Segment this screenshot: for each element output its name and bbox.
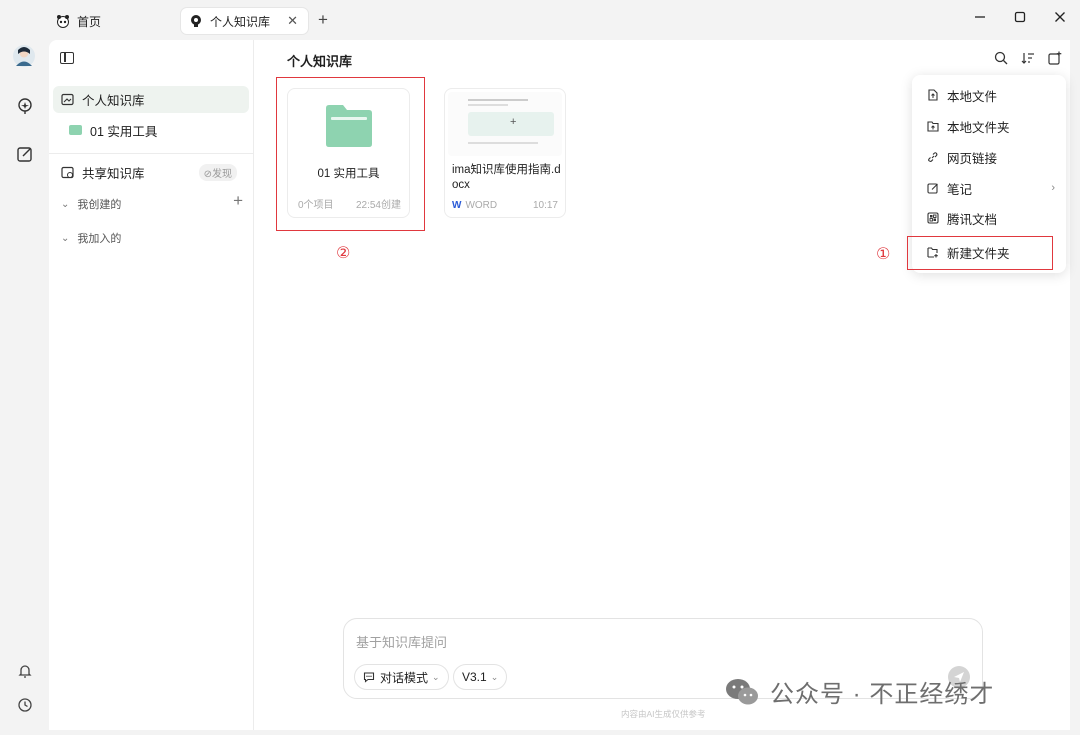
annotation-number-one: ①	[876, 244, 891, 263]
watermark: 公众号 · 不正经绣才	[724, 674, 994, 709]
document-thumbnail: +	[448, 92, 562, 156]
document-name: ima知识库使用指南.docx	[452, 164, 561, 191]
close-window-button[interactable]	[1051, 10, 1069, 26]
menu-item-local-folder[interactable]: 本地文件夹	[912, 112, 1066, 140]
chevron-down-icon: ⌄	[61, 198, 70, 210]
sort-icon[interactable]	[1019, 49, 1037, 67]
sidebar-item-shared-kb[interactable]: 共享知识库 ⊘发现	[53, 159, 249, 186]
chat-mode-label: 对话模式	[380, 670, 429, 685]
document-meta: W WORD 10:17	[452, 200, 558, 211]
maximize-button[interactable]	[1011, 10, 1029, 26]
menu-item-label: 本地文件	[947, 89, 998, 104]
kb-icon	[61, 93, 74, 106]
shared-kb-icon	[61, 166, 74, 179]
title-bar: 首页 个人知识库 ✕ +	[0, 0, 1080, 40]
chevron-down-icon: ⌄	[61, 232, 70, 244]
file-upload-icon	[927, 89, 939, 101]
annotation-number-two: ②	[336, 243, 351, 262]
add-content-icon[interactable]	[1046, 49, 1064, 67]
tab-personal-kb[interactable]: 个人知识库 ✕	[181, 8, 308, 34]
sidebar-item-folder[interactable]: 01 实用工具	[69, 119, 157, 141]
menu-item-label: 本地文件夹	[947, 120, 1010, 135]
sidebar-item-label: 共享知识库	[82, 167, 145, 181]
chat-mode-select[interactable]: 对话模式 ⌄	[354, 664, 449, 690]
document-type: WORD	[465, 200, 498, 211]
word-icon: W	[452, 200, 462, 211]
ask-input[interactable]: 基于知识库提问	[356, 632, 447, 651]
new-tab-button[interactable]: +	[318, 10, 328, 30]
divider	[49, 153, 253, 154]
sidebar-folder-label: 01 实用工具	[90, 124, 158, 139]
minimize-button[interactable]	[971, 10, 989, 26]
watermark-text: 公众号 · 不正经绣才	[770, 681, 995, 708]
link-icon	[927, 151, 939, 163]
annotation-box-folder	[276, 77, 425, 231]
search-icon[interactable]	[992, 49, 1010, 67]
knowledge-bulb-icon[interactable]	[14, 95, 36, 117]
ai-disclaimer: 内容由AI生成仅供参考	[621, 709, 706, 719]
annotation-box-new-folder	[907, 236, 1053, 270]
page-title: 个人知识库	[287, 54, 353, 69]
menu-item-label: 网页链接	[947, 151, 998, 166]
chevron-down-icon: ⌄	[490, 671, 499, 682]
sidebar-toggle-icon[interactable]	[60, 52, 74, 64]
sidebar-item-personal-kb[interactable]: 个人知识库	[53, 86, 249, 113]
avatar[interactable]	[12, 44, 36, 68]
bulb-icon	[189, 14, 203, 28]
tencent-docs-icon	[927, 212, 939, 224]
clock-icon[interactable]	[14, 694, 36, 716]
menu-item-label: 笔记	[947, 182, 973, 197]
note-icon	[927, 182, 939, 194]
tab-close-icon[interactable]: ✕	[287, 13, 298, 29]
menu-item-web-link[interactable]: 网页链接	[912, 143, 1066, 171]
tab-home-label: 首页	[77, 14, 102, 29]
sidebar: 个人知识库 01 实用工具 共享知识库 ⊘发现 ⌄ 我创建的 + ⌄ 我加入的	[49, 40, 254, 730]
tab-personal-kb-label: 个人知识库	[210, 14, 271, 29]
version-select[interactable]: V3.1 ⌄	[453, 664, 508, 690]
group-joined[interactable]: ⌄ 我加入的	[61, 230, 121, 246]
document-time: 10:17	[532, 200, 558, 211]
tab-home[interactable]: 首页	[54, 8, 164, 34]
discover-badge[interactable]: ⊘发现	[198, 164, 237, 181]
version-label: V3.1	[462, 670, 487, 684]
group-label: 我创建的	[77, 199, 122, 211]
folder-upload-icon	[927, 120, 939, 132]
menu-item-tencent-docs[interactable]: 腾讯文档	[912, 204, 1066, 232]
chevron-down-icon: ⌄	[432, 671, 440, 682]
group-label: 我加入的	[77, 233, 122, 245]
menu-item-local-file[interactable]: 本地文件	[912, 81, 1066, 109]
chat-bubble-icon	[363, 671, 375, 683]
document-card[interactable]: + ima知识库使用指南.docx W WORD 10:17	[444, 88, 566, 218]
wechat-logo-icon	[724, 677, 760, 707]
sidebar-item-label: 个人知识库	[82, 94, 145, 108]
folder-icon	[69, 125, 82, 135]
chevron-right-icon: ›	[1051, 182, 1055, 194]
app-rail	[0, 40, 49, 735]
panda-icon	[56, 14, 70, 28]
menu-item-label: 腾讯文档	[947, 212, 998, 227]
menu-item-note[interactable]: 笔记 ›	[912, 174, 1066, 202]
add-kb-button[interactable]: +	[233, 191, 243, 211]
bell-icon[interactable]	[14, 660, 36, 682]
group-created-by-me[interactable]: ⌄ 我创建的	[61, 196, 121, 212]
edit-note-icon[interactable]	[14, 143, 36, 165]
